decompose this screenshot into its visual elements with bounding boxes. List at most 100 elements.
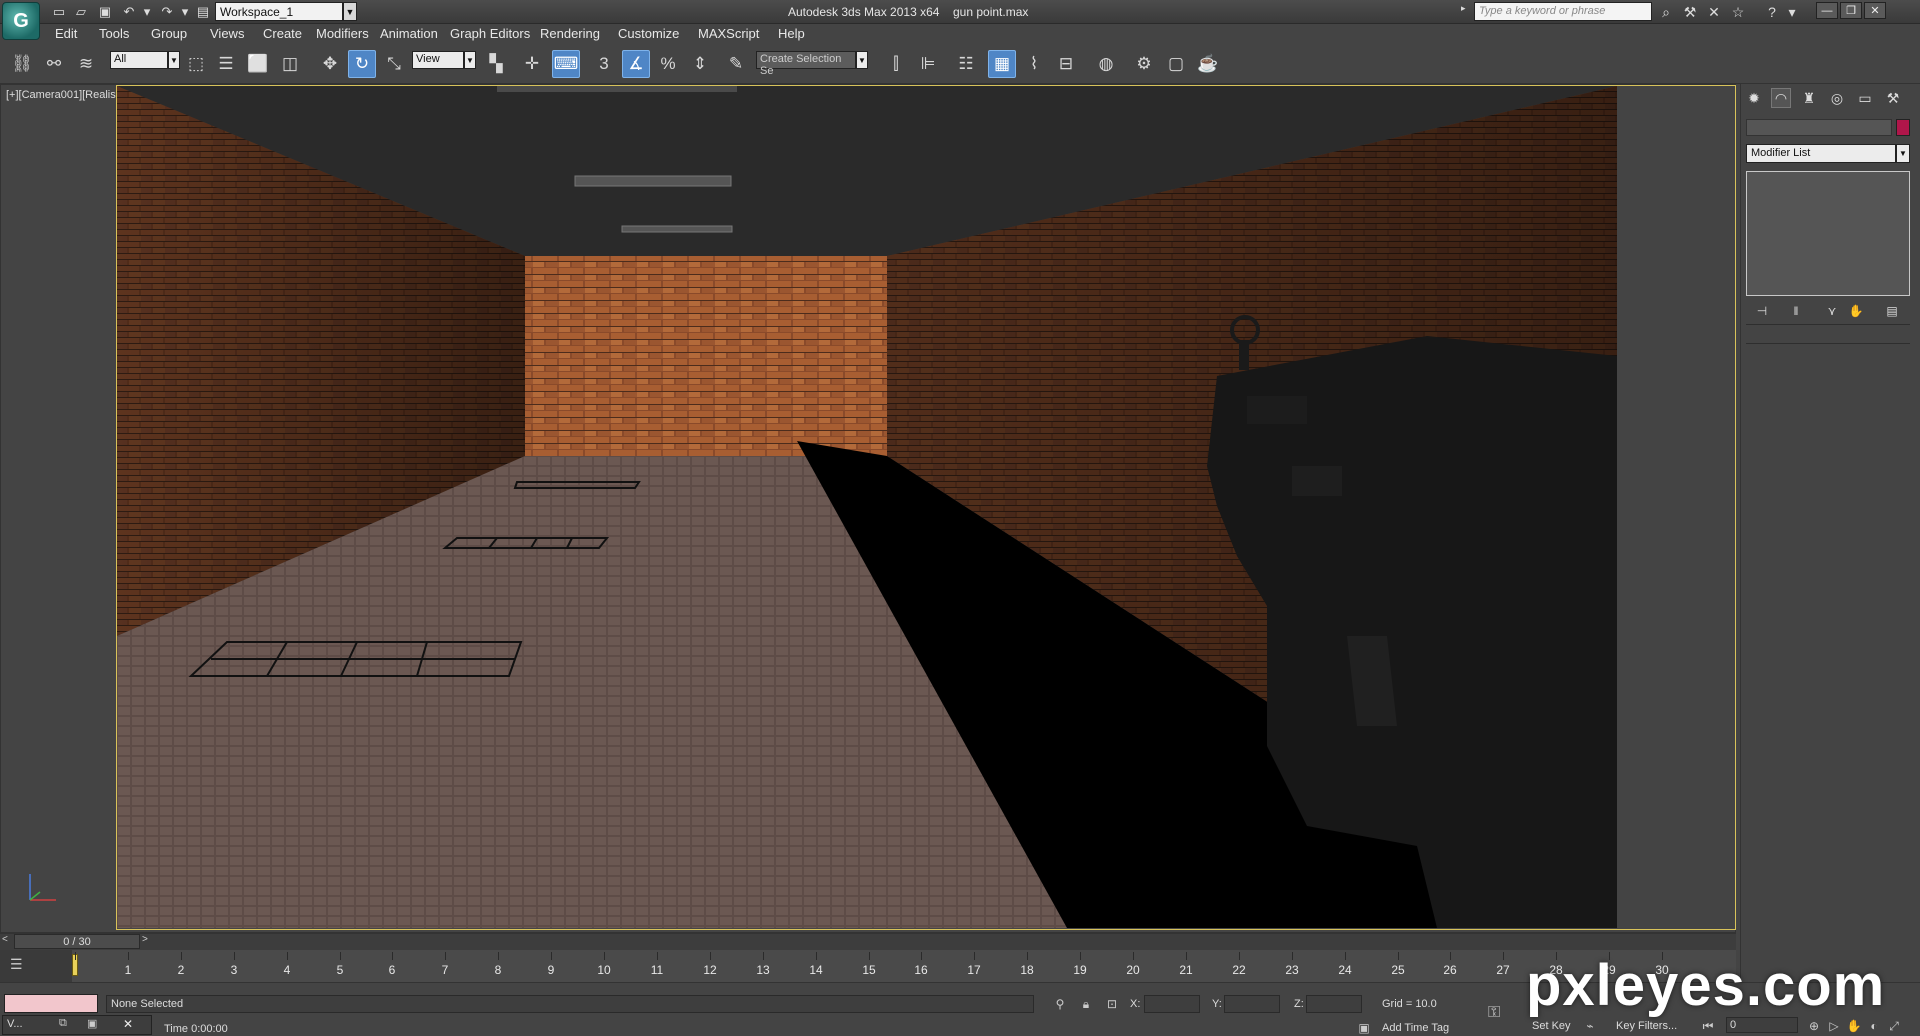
named-selection-arrow-icon[interactable]: ▼ <box>856 51 868 69</box>
modifier-list-arrow-icon[interactable]: ▼ <box>1896 144 1910 163</box>
keyboard-shortcut-override-icon[interactable]: ⌨ <box>552 50 580 78</box>
time-slider[interactable] <box>0 933 1736 950</box>
pin-stack-icon[interactable]: ⊣ <box>1752 302 1772 320</box>
curve-editor-icon[interactable]: ⌇ <box>1020 50 1048 78</box>
key-mode-icon[interactable]: ⌁ <box>1582 1018 1598 1034</box>
time-tag-icon[interactable]: ▣ <box>1356 1020 1372 1036</box>
selection-lock-icon[interactable]: 🔒︎ <box>1078 996 1094 1012</box>
menu-group[interactable]: Group <box>151 26 187 41</box>
maxscript-mini-listener[interactable] <box>4 994 98 1013</box>
modifier-stack[interactable] <box>1746 171 1910 296</box>
menu-create[interactable]: Create <box>263 26 302 41</box>
undo-dropdown-icon[interactable]: ▾ <box>138 3 156 21</box>
workspace-dropdown[interactable]: Workspace_1 <box>215 2 343 21</box>
current-frame-input[interactable]: 0 <box>1726 1017 1798 1033</box>
remove-modifier-icon[interactable]: ✋ <box>1846 302 1866 320</box>
search-input[interactable]: Type a keyword or phrase <box>1474 2 1652 21</box>
minimize-icon[interactable]: — <box>1816 2 1838 19</box>
time-slider-prev-icon[interactable]: < <box>2 934 14 949</box>
object-name-field[interactable] <box>1746 119 1892 136</box>
window-crossing-icon[interactable]: ◫ <box>276 50 304 78</box>
create-tab-icon[interactable]: ✹ <box>1744 88 1764 108</box>
render-setup-icon[interactable]: ⚙ <box>1130 50 1158 78</box>
percent-snap-icon[interactable]: % <box>654 50 682 78</box>
search-expand-icon[interactable]: ▸ <box>1461 3 1472 20</box>
selection-filter-arrow-icon[interactable]: ▼ <box>168 51 180 69</box>
utilities-tab-icon[interactable]: ⚒ <box>1883 88 1903 108</box>
mini-curve-editor-icon[interactable]: ☰ <box>10 956 32 974</box>
edit-named-selection-icon[interactable]: ✎ <box>722 50 750 78</box>
maximize-icon[interactable]: ❐ <box>1840 2 1862 19</box>
time-slider-next-icon[interactable]: > <box>142 934 154 949</box>
close-icon[interactable]: ✕ <box>1864 2 1886 19</box>
workspace-dropdown-arrow-icon[interactable]: ▼ <box>343 2 357 21</box>
project-folder-icon[interactable]: ▤ <box>194 3 212 21</box>
reference-coordinate-dropdown[interactable]: View <box>412 51 464 69</box>
make-unique-icon[interactable]: ⋎ <box>1822 302 1842 320</box>
menu-tools[interactable]: Tools <box>99 26 129 41</box>
minimized-window-tab[interactable]: V... ⧉ ▣ ✕ <box>2 1015 152 1035</box>
display-tab-icon[interactable]: ▭ <box>1855 88 1875 108</box>
help-icon[interactable]: ? <box>1762 3 1782 21</box>
snaps-toggle-icon[interactable]: 3 <box>590 50 618 78</box>
rendered-frame-window-icon[interactable]: ▢ <box>1162 50 1190 78</box>
layer-manager-icon[interactable]: ☷ <box>952 50 980 78</box>
schematic-view-icon[interactable]: ⊟ <box>1052 50 1080 78</box>
graphite-ribbon-icon[interactable]: ▦ <box>988 50 1016 78</box>
orbit-icon[interactable]: ◐ <box>1866 1018 1882 1034</box>
modify-tab-icon[interactable]: ◠ <box>1771 88 1791 108</box>
zoom-icon[interactable]: ⊕ <box>1806 1018 1822 1034</box>
set-key-button[interactable]: Set Key <box>1532 1020 1571 1032</box>
menu-rendering[interactable]: Rendering <box>540 26 600 41</box>
reference-coordinate-arrow-icon[interactable]: ▼ <box>464 51 476 69</box>
select-scale-icon[interactable]: ⤡ <box>380 50 408 78</box>
align-icon[interactable]: ⊫ <box>914 50 942 78</box>
bind-space-warp-icon[interactable]: ≋ <box>72 50 100 78</box>
unlink-icon[interactable]: ⚯ <box>40 50 68 78</box>
restore-icon[interactable]: ⧉ <box>59 1017 67 1030</box>
menu-graph-editors[interactable]: Graph Editors <box>450 26 530 41</box>
show-end-result-icon[interactable]: ‖ <box>1786 302 1806 320</box>
subscription-icon[interactable]: ⚒ <box>1680 3 1700 21</box>
maximize-small-icon[interactable]: ▣ <box>87 1017 97 1030</box>
redo-dropdown-icon[interactable]: ▾ <box>176 3 194 21</box>
open-file-icon[interactable]: ▱ <box>72 3 90 21</box>
mirror-icon[interactable]: ⫿ <box>882 50 910 78</box>
new-file-icon[interactable]: ▭ <box>50 3 68 21</box>
z-coord-input[interactable] <box>1306 995 1362 1013</box>
spinner-snap-icon[interactable]: ⇕ <box>686 50 714 78</box>
help-dropdown-icon[interactable]: ▾ <box>1782 3 1802 21</box>
pan-hand-icon[interactable]: ✋ <box>1846 1018 1862 1034</box>
menu-views[interactable]: Views <box>210 26 244 41</box>
track-bar-ruler[interactable] <box>72 950 1736 982</box>
selection-filter-dropdown[interactable]: All <box>110 51 168 69</box>
configure-modifier-sets-icon[interactable]: ▤ <box>1882 302 1902 320</box>
undo-icon[interactable]: ↶ <box>120 3 138 21</box>
favorites-star-icon[interactable]: ☆ <box>1728 3 1748 21</box>
add-time-tag[interactable]: Add Time Tag <box>1382 1022 1449 1034</box>
x-coord-input[interactable] <box>1144 995 1200 1013</box>
go-to-start-icon[interactable]: ⏮ <box>1700 1018 1716 1034</box>
object-color-swatch[interactable] <box>1896 119 1910 136</box>
play-icon[interactable]: ▷ <box>1826 1018 1842 1034</box>
redo-icon[interactable]: ↷ <box>158 3 176 21</box>
app-menu-button[interactable]: G <box>2 2 40 40</box>
select-manipulate-icon[interactable]: ✛ <box>518 50 546 78</box>
menu-help[interactable]: Help <box>778 26 805 41</box>
hierarchy-tab-icon[interactable]: ♜ <box>1799 88 1819 108</box>
absolute-mode-icon[interactable]: ⊡ <box>1104 996 1120 1012</box>
maximize-viewport-icon[interactable]: ⤢ <box>1886 1018 1902 1034</box>
select-object-icon[interactable]: ⬚ <box>182 50 210 78</box>
select-rotate-icon[interactable]: ↻ <box>348 50 376 78</box>
select-by-name-icon[interactable]: ☰ <box>212 50 240 78</box>
menu-customize[interactable]: Customize <box>618 26 679 41</box>
named-selection-dropdown[interactable]: Create Selection Se <box>756 51 856 77</box>
menu-animation[interactable]: Animation <box>380 26 438 41</box>
isolate-selection-icon[interactable]: ⚲ <box>1052 996 1068 1012</box>
motion-tab-icon[interactable]: ◎ <box>1827 88 1847 108</box>
time-slider-thumb[interactable]: 0 / 30 <box>14 934 140 949</box>
key-icon[interactable]: ⚿ <box>1488 1004 1500 1022</box>
modifier-list-dropdown[interactable]: Modifier List <box>1746 144 1896 163</box>
communication-icon[interactable]: ✕ <box>1704 3 1724 21</box>
menu-maxscript[interactable]: MAXScript <box>698 26 759 41</box>
